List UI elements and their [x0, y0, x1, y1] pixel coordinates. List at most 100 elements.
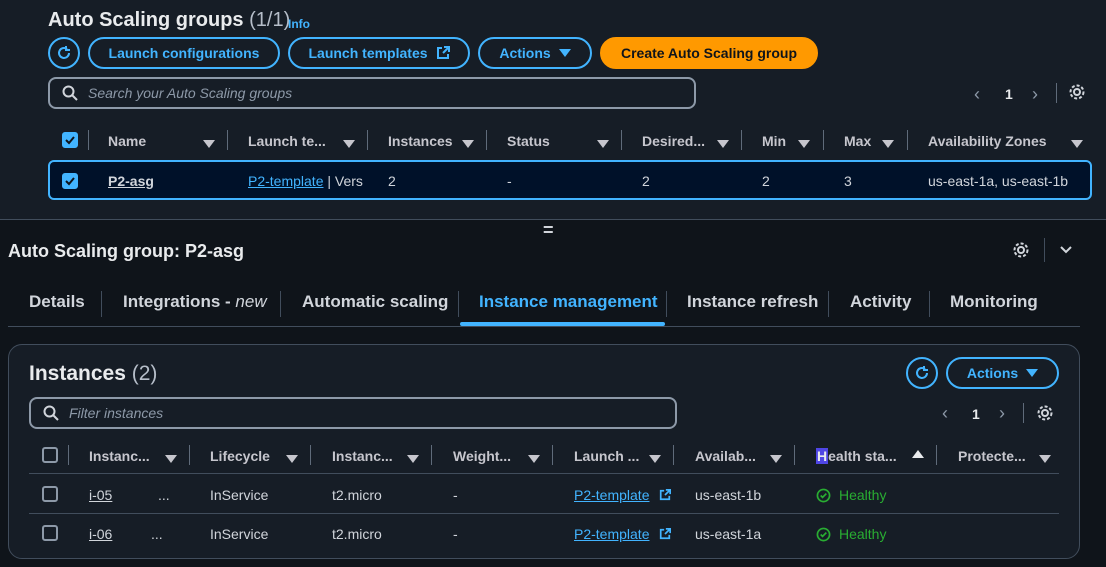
col-header-min[interactable]: Min [762, 133, 786, 149]
tab-integrations[interactable]: Integrations - new [123, 292, 267, 312]
sort-icon[interactable] [882, 135, 894, 151]
col-header-launch-template[interactable]: Launch te... [248, 133, 326, 149]
instance-id-link[interactable]: i-05 [89, 487, 112, 503]
tab-instance-refresh[interactable]: Instance refresh [687, 292, 818, 312]
tab-activity[interactable]: Activity [850, 292, 911, 312]
health-status-text: Healthy [839, 526, 887, 542]
col-label: Launch te... [248, 133, 326, 149]
tab-instance-management[interactable]: Instance management [479, 292, 658, 312]
check-circle-icon [816, 527, 831, 541]
sort-icon[interactable] [528, 450, 540, 466]
col-header-instance-id[interactable]: Instanc... [89, 448, 150, 464]
col-header-lifecycle[interactable]: Lifecycle [210, 448, 270, 464]
info-link[interactable]: Info [288, 17, 310, 31]
tab-automatic-scaling[interactable]: Automatic scaling [302, 292, 448, 312]
col-header-availability-zone[interactable]: Availab... [695, 448, 756, 464]
prev-page-icon[interactable]: ‹ [974, 84, 980, 105]
col-sep [367, 130, 368, 150]
sort-ascending-icon[interactable] [912, 450, 924, 458]
col-header-name[interactable]: Name [108, 133, 146, 149]
sort-icon[interactable] [798, 135, 810, 151]
settings-icon[interactable] [1068, 83, 1086, 104]
actions-label: Actions [966, 365, 1019, 381]
create-asg-button[interactable]: Create Auto Scaling group [600, 37, 818, 69]
sort-icon[interactable] [165, 450, 177, 466]
launch-template-link[interactable]: P2-template [574, 487, 649, 503]
launch-templates-button[interactable]: Launch templates [288, 37, 470, 69]
launch-template-link[interactable]: P2-template [574, 526, 649, 542]
instance-type-cell: t2.micro [332, 526, 382, 542]
col-sep [431, 445, 432, 465]
sort-icon[interactable] [343, 135, 355, 151]
availability-zone-cell: us-east-1b [695, 487, 762, 503]
tab-monitoring[interactable]: Monitoring [950, 292, 1038, 312]
refresh-button[interactable] [48, 37, 80, 69]
col-label: Desired... [642, 133, 706, 149]
desired-cell: 2 [642, 173, 650, 189]
col-header-weight[interactable]: Weight... [453, 448, 511, 464]
tab-integrations-label: Integrations - [123, 292, 236, 311]
sort-icon[interactable] [462, 135, 474, 151]
col-sep [68, 445, 69, 465]
col-header-availability-zones[interactable]: Availability Zones [928, 133, 1047, 149]
filter-instances-input[interactable]: Filter instances [29, 397, 677, 429]
text-cursor-highlight: H [816, 448, 829, 464]
col-sep [907, 130, 908, 150]
details-title: Auto Scaling group: P2-asg [8, 241, 245, 261]
instance-id-ellipsis: ... [151, 526, 163, 542]
col-header-status[interactable]: Status [507, 133, 550, 149]
sort-icon[interactable] [407, 450, 419, 466]
next-page-icon[interactable]: › [1032, 84, 1038, 105]
launch-template-cell: P2-template [574, 487, 672, 503]
col-header-desired[interactable]: Desired... [642, 133, 705, 149]
tab-details[interactable]: Details [29, 292, 85, 312]
availability-zone-cell: us-east-1a [695, 526, 762, 542]
page-number[interactable]: 1 [1005, 86, 1013, 102]
col-label: Lifecycle [210, 448, 270, 464]
sort-icon[interactable] [717, 135, 729, 151]
external-link-icon [436, 46, 450, 59]
version-text: | Vers [323, 173, 363, 189]
splitter-handle[interactable]: = [543, 220, 554, 241]
lifecycle-cell: InService [210, 487, 269, 503]
collapse-icon[interactable] [1058, 242, 1074, 261]
asg-name-link[interactable]: P2-asg [108, 173, 154, 189]
sort-icon[interactable] [770, 450, 782, 466]
col-sep [189, 445, 190, 465]
col-header-launch-template[interactable]: Launch ... [574, 448, 639, 464]
instances-refresh-button[interactable] [906, 357, 938, 389]
sort-icon[interactable] [1039, 450, 1051, 466]
col-header-health-status[interactable]: Health sta... [816, 448, 897, 464]
next-page-icon[interactable]: › [999, 403, 1005, 424]
details-settings-icon[interactable] [1012, 241, 1030, 262]
separator [1056, 83, 1057, 103]
col-label: Name [108, 133, 147, 149]
search-input[interactable]: Search your Auto Scaling groups [48, 77, 696, 109]
instance-id-link[interactable]: i-06 [89, 526, 112, 542]
select-all-instances-checkbox[interactable] [42, 447, 58, 463]
launch-templates-label: Launch templates [308, 45, 428, 61]
sort-icon[interactable] [1071, 135, 1083, 151]
prev-page-icon[interactable]: ‹ [942, 403, 948, 424]
settings-icon[interactable] [1036, 404, 1054, 425]
launch-configurations-button[interactable]: Launch configurations [88, 37, 280, 69]
select-all-checkbox[interactable] [62, 132, 78, 148]
actions-button[interactable]: Actions [478, 37, 592, 69]
launch-template-link[interactable]: P2-template [248, 173, 323, 189]
row-checkbox[interactable] [62, 173, 78, 189]
sort-icon[interactable] [286, 450, 298, 466]
sort-icon[interactable] [649, 450, 661, 466]
col-header-instances[interactable]: Instances [388, 133, 453, 149]
search-icon [43, 405, 59, 421]
col-label: Availab... [695, 448, 756, 464]
instance-id-ellipsis: ... [158, 487, 170, 503]
page-number[interactable]: 1 [972, 406, 980, 422]
sort-icon[interactable] [597, 135, 609, 151]
instances-actions-button[interactable]: Actions [946, 357, 1059, 389]
sort-icon[interactable] [203, 135, 215, 151]
col-header-max[interactable]: Max [844, 133, 871, 149]
col-header-protected[interactable]: Protecte... [958, 448, 1026, 464]
col-header-instance-type[interactable]: Instanc... [332, 448, 393, 464]
row-checkbox[interactable] [42, 525, 58, 541]
row-checkbox[interactable] [42, 486, 58, 502]
